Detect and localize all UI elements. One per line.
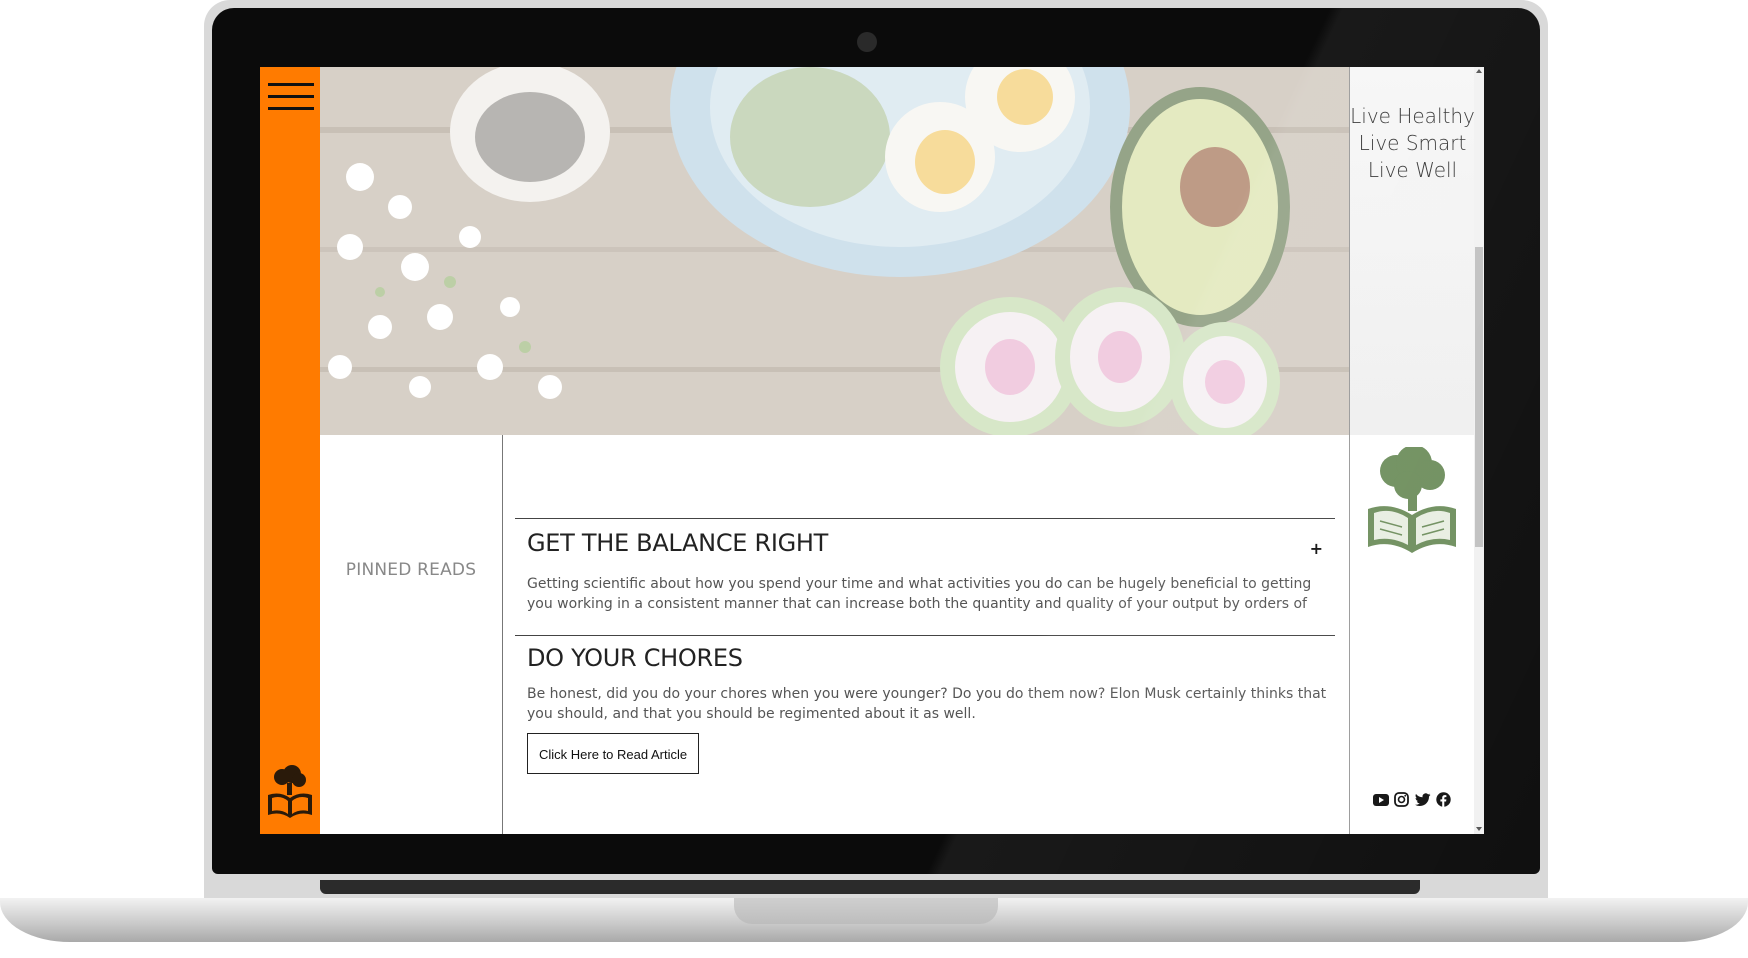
- brain-book-logo-icon[interactable]: [266, 765, 314, 821]
- article-title: GET THE BALANCE RIGHT: [527, 529, 829, 557]
- article-excerpt: Getting scientific about how you spend y…: [527, 576, 1312, 612]
- instagram-icon[interactable]: [1393, 791, 1410, 808]
- brain-book-logo-icon[interactable]: [1364, 447, 1460, 555]
- tagline-line: Live Smart: [1358, 131, 1467, 155]
- side-nav-bar: [260, 67, 320, 834]
- social-links: [1372, 791, 1452, 808]
- article-card: GET THE BALANCE RIGHT + Getting scientif…: [515, 518, 1335, 635]
- read-article-button[interactable]: Click Here to Read Article: [527, 733, 700, 774]
- article-title: DO YOUR CHORES: [527, 644, 743, 672]
- tagline-line: Live Well: [1367, 158, 1458, 182]
- laptop-notch: [734, 898, 998, 924]
- article-excerpt: Be honest, did you do your chores when y…: [527, 686, 1327, 722]
- expand-toggle-icon[interactable]: +: [1310, 539, 1323, 558]
- laptop-hinge: [320, 880, 1420, 894]
- tagline-line: Live Healthy: [1350, 104, 1475, 128]
- hamburger-menu-icon[interactable]: [268, 82, 314, 112]
- scroll-up-arrow-icon[interactable]: [1476, 69, 1482, 73]
- browser-viewport: Live Healthy Live Smart Live Well PINNED…: [260, 67, 1484, 834]
- pinned-reads-heading: PINNED READS: [345, 560, 477, 580]
- scroll-down-arrow-icon[interactable]: [1476, 827, 1482, 831]
- twitter-icon[interactable]: [1414, 791, 1431, 808]
- hero-food-image: [320, 67, 1350, 435]
- scrollbar-thumb[interactable]: [1475, 247, 1483, 547]
- camera-icon: [857, 32, 877, 52]
- pinned-reads-column: PINNED READS: [320, 435, 503, 834]
- article-card: DO YOUR CHORES Be honest, did you do you…: [515, 635, 1335, 834]
- youtube-icon[interactable]: [1372, 791, 1389, 808]
- articles-list: GET THE BALANCE RIGHT + Getting scientif…: [503, 435, 1349, 834]
- page-scrollbar[interactable]: [1474, 67, 1484, 834]
- site-tagline: Live Healthy Live Smart Live Well: [1350, 103, 1475, 184]
- facebook-icon[interactable]: [1435, 791, 1452, 808]
- right-sidebar: Live Healthy Live Smart Live Well: [1349, 67, 1475, 834]
